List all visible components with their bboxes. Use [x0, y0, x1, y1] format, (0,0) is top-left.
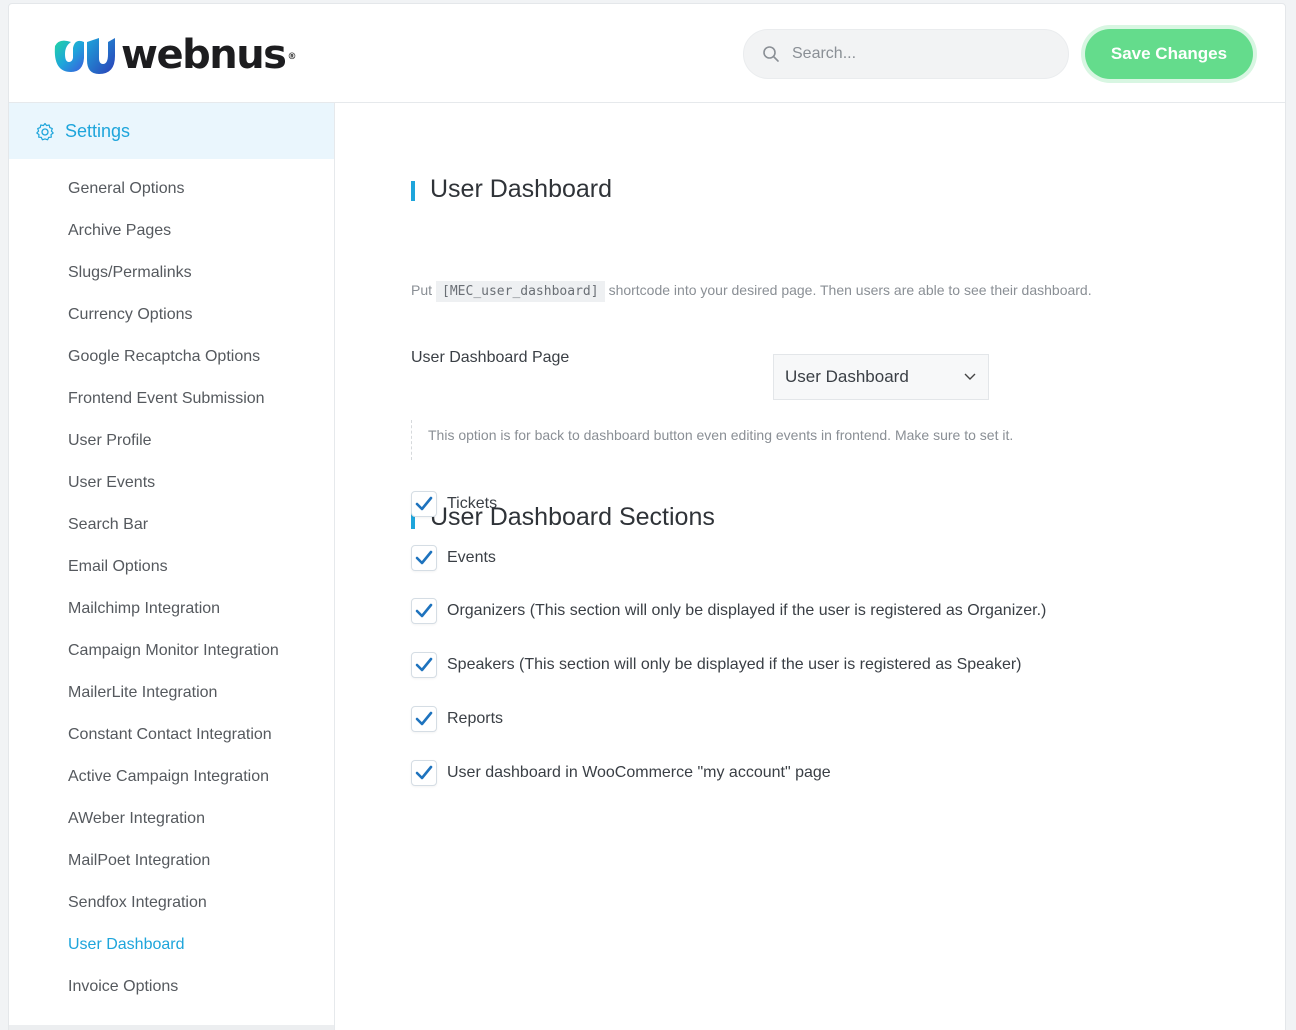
sidebar-divider — [9, 1025, 334, 1030]
sidebar-item-aweber-integration[interactable]: AWeber Integration — [9, 803, 334, 845]
sidebar-item-mailerlite-integration[interactable]: MailerLite Integration — [9, 677, 334, 719]
sidebar-item-user-profile[interactable]: User Profile — [9, 425, 334, 467]
section-checkbox-row[interactable]: Reports — [411, 706, 503, 732]
section-checkbox-row[interactable]: Events — [411, 545, 496, 571]
sidebar-item-currency-options[interactable]: Currency Options — [9, 299, 334, 341]
sidebar-item-google-recaptcha-options[interactable]: Google Recaptcha Options — [9, 341, 334, 383]
sidebar-item-email-options[interactable]: Email Options — [9, 551, 334, 593]
checkbox[interactable] — [411, 545, 437, 571]
checkbox-label: Speakers (This section will only be disp… — [447, 656, 1022, 673]
save-changes-button[interactable]: Save Changes — [1085, 29, 1253, 79]
checkmark-icon — [415, 657, 433, 672]
checkmark-icon — [415, 765, 433, 780]
sidebar-item-general-options[interactable]: General Options — [9, 173, 334, 215]
logo-text: webnus ® — [121, 32, 296, 78]
checkbox-label: User dashboard in WooCommerce "my accoun… — [447, 764, 831, 781]
section-checkbox-row[interactable]: Speakers (This section will only be disp… — [411, 652, 1022, 678]
sidebar-item-mailpoet-integration[interactable]: MailPoet Integration — [9, 845, 334, 887]
section-checkbox-row[interactable]: User dashboard in WooCommerce "my accoun… — [411, 760, 831, 786]
user-dashboard-page-select[interactable]: User Dashboard — [773, 354, 989, 400]
user-dashboard-page-label: User Dashboard Page — [411, 349, 570, 366]
sidebar-item-user-dashboard[interactable]: User Dashboard — [9, 929, 334, 971]
settings-frame: webnus® Save Changes Settings General Op… — [8, 3, 1286, 1030]
checkbox-label: Events — [447, 549, 496, 566]
sidebar-item-constant-contact-integration[interactable]: Constant Contact Integration — [9, 719, 334, 761]
checkmark-icon — [415, 603, 433, 618]
checkbox[interactable] — [411, 760, 437, 786]
sidebar-item-campaign-monitor-integration[interactable]: Campaign Monitor Integration — [9, 635, 334, 677]
sidebar-item-search-bar[interactable]: Search Bar — [9, 509, 334, 551]
checkmark-icon — [415, 496, 433, 511]
section-checkbox-row[interactable]: Organizers (This section will only be di… — [411, 598, 1046, 624]
sidebar-item-invoice-options[interactable]: Invoice Options — [9, 971, 334, 1013]
checkbox-label: Organizers (This section will only be di… — [447, 602, 1047, 619]
checkbox[interactable] — [411, 491, 437, 517]
settings-sidebar: Settings General Options Archive Pages Slu… — [9, 103, 335, 1030]
webnus-logo-icon — [54, 38, 115, 74]
section-title-user-dashboard: User Dashboard — [411, 175, 612, 203]
search-input[interactable] — [792, 45, 1042, 63]
checkbox[interactable] — [411, 652, 437, 678]
checkbox-label: Tickets — [447, 495, 498, 512]
sidebar-item-mailchimp-integration[interactable]: Mailchimp Integration — [9, 593, 334, 635]
sidebar-settings-header[interactable]: Settings — [9, 103, 334, 159]
settings-menu: General Options Archive Pages Slugs/Permal… — [9, 159, 334, 1013]
checkmark-icon — [415, 550, 433, 565]
gear-icon — [36, 122, 54, 141]
sidebar-item-sendfox-integration[interactable]: Sendfox Integration — [9, 887, 334, 929]
section-checkbox-row[interactable]: Tickets — [411, 491, 497, 517]
webnus-logo[interactable]: webnus ® — [51, 32, 296, 78]
header: webnus® Save Changes — [9, 4, 1285, 103]
sidebar-title: Settings — [65, 120, 131, 141]
checkbox[interactable] — [411, 598, 437, 624]
sidebar-item-user-events[interactable]: User Events — [9, 467, 334, 509]
shortcode-description: Put [MEC_user_dashboard] shortcode into yo… — [411, 279, 1092, 303]
sidebar-item-archive-pages[interactable]: Archive Pages — [9, 215, 334, 257]
checkmark-icon — [415, 711, 433, 726]
page-help-text: This option is for back to dashboard but… — [411, 420, 1013, 460]
sidebar-item-active-campaign-integration[interactable]: Active Campaign Integration — [9, 761, 334, 803]
sidebar-item-frontend-event-submission[interactable]: Frontend Event Submission — [9, 383, 334, 425]
sidebar-item-slugs-permalinks[interactable]: Slugs/Permalinks — [9, 257, 334, 299]
search-box[interactable] — [743, 29, 1069, 79]
chevron-down-icon — [964, 373, 976, 380]
search-icon — [763, 46, 779, 62]
shortcode-code: [MEC_user_dashboard] — [436, 281, 605, 302]
checkbox[interactable] — [411, 706, 437, 732]
checkbox-label: Reports — [447, 710, 504, 727]
select-value: User Dashboard — [785, 367, 909, 386]
